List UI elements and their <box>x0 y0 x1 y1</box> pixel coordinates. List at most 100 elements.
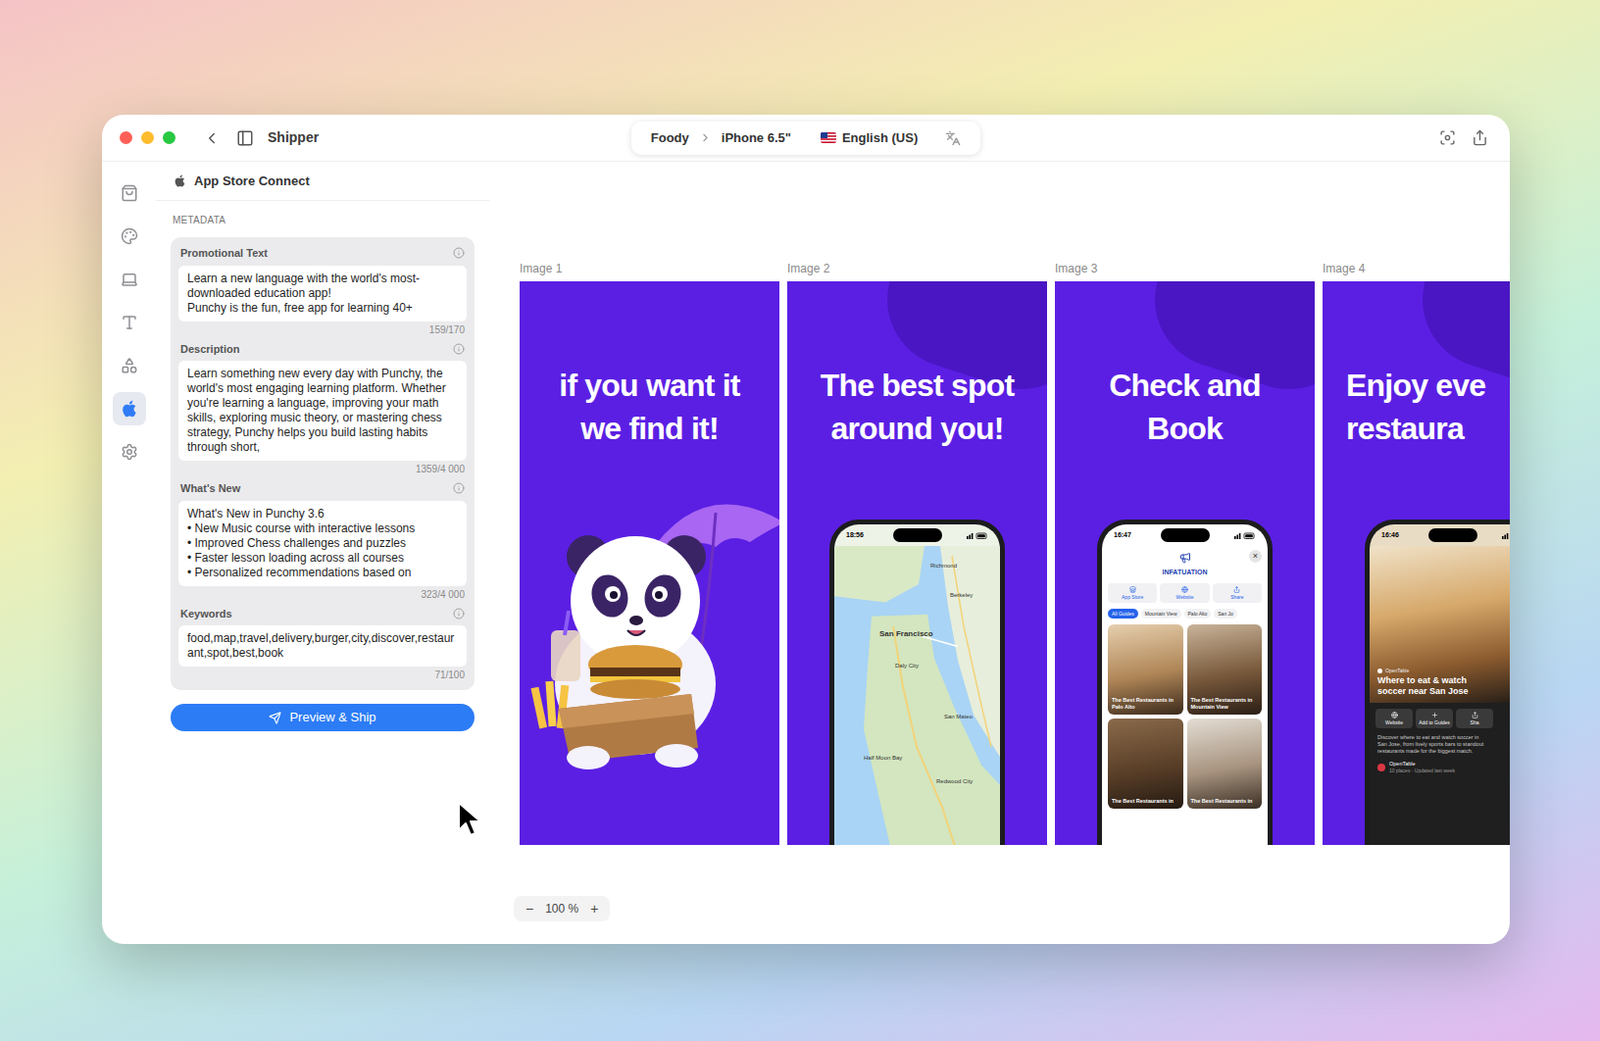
apple-icon <box>120 400 139 418</box>
opentable-logo-icon <box>1377 763 1386 772</box>
mouse-cursor-icon <box>456 800 483 839</box>
info-icon[interactable] <box>452 343 465 355</box>
section-title: METADATA <box>170 212 475 228</box>
map-label: San Francisco <box>879 628 934 641</box>
signal-battery-icon <box>1501 532 1510 540</box>
minimize-button[interactable] <box>141 131 154 145</box>
fields-card: Promotional Text Learn a new language wit… <box>170 237 475 691</box>
image-label: Image 3 <box>1054 261 1315 276</box>
filter-chip[interactable]: Palo Alto <box>1184 608 1212 619</box>
field-input[interactable]: Learn something new every day with Punch… <box>178 360 467 461</box>
close-button[interactable]: × <box>1249 550 1262 563</box>
rail-item[interactable] <box>112 349 147 383</box>
field-input[interactable]: Learn a new language with the world's mo… <box>178 265 467 322</box>
zoom-button[interactable] <box>162 131 176 145</box>
screenshot-slot: Image 1 if you want itwe find it! <box>519 261 780 846</box>
status-bar: 18:56 <box>834 524 1000 547</box>
action-icon <box>1431 711 1439 719</box>
action-icon <box>1471 711 1479 719</box>
screenshot-icon[interactable] <box>1439 129 1456 147</box>
field-label: What's New <box>180 480 241 498</box>
megaphone-icon <box>1179 551 1192 564</box>
metadata-field: What's New What's New in Punchy 3.6 • New… <box>178 480 467 602</box>
zoom-in-button[interactable]: + <box>586 899 602 920</box>
window-controls <box>119 131 176 145</box>
action-button[interactable]: Add to Guides <box>1415 708 1453 729</box>
screenshot-card[interactable]: The best spotaround you!18:56RichmondBer… <box>787 281 1048 846</box>
sidebar-toggle-icon[interactable] <box>236 129 254 148</box>
zoom-level: 100 % <box>545 900 579 918</box>
food-photo: OpenTableWhere to eat & watch soccer nea… <box>1369 546 1510 703</box>
translate-icon[interactable] <box>945 130 961 147</box>
map-land-icon <box>834 546 1000 846</box>
back-icon[interactable] <box>202 129 221 148</box>
status-time: 18:56 <box>846 530 864 542</box>
info-icon[interactable] <box>452 482 465 495</box>
status-bar: 16:46 <box>1369 524 1510 547</box>
screenshot-card[interactable]: Check andBook16:47×INFATUATIONApp StoreW… <box>1054 281 1315 846</box>
guide-tile[interactable]: The Best Restaurants in <box>1107 718 1184 809</box>
status-time: 16:46 <box>1381 530 1400 542</box>
preview-canvas: Image 1 if you want itwe find it! Image 2 T… <box>489 161 1510 945</box>
info-icon[interactable] <box>452 247 465 259</box>
breadcrumb-device[interactable]: iPhone 6.5" <box>721 128 792 149</box>
map-view[interactable]: RichmondBerkeleySan FranciscoDaly CitySa… <box>834 546 1000 846</box>
chevron-icon <box>699 131 712 145</box>
apple-icon <box>173 174 187 188</box>
action-button[interactable]: Website <box>1375 708 1413 729</box>
guide-tile[interactable]: The Best Restaurants in Palo Alto <box>1107 624 1184 715</box>
filter-chip[interactable]: All Guides <box>1107 608 1139 619</box>
guides-screen: ×INFATUATIONApp StoreWebsiteShareAll Gui… <box>1101 546 1268 846</box>
rail-item[interactable] <box>112 219 147 253</box>
signal-battery-icon <box>1234 532 1256 540</box>
status-time: 16:47 <box>1113 530 1132 542</box>
screenshot-card[interactable]: if you want itwe find it! <box>519 281 780 846</box>
source-dot-icon <box>1377 668 1383 674</box>
text-icon <box>120 313 139 332</box>
status-bar: 16:47 <box>1101 524 1268 547</box>
rail-item[interactable] <box>112 305 147 340</box>
filter-chip[interactable]: San Jo <box>1213 608 1238 619</box>
guide-tile[interactable]: The Best Restaurants in <box>1187 718 1263 809</box>
image-label: Image 2 <box>787 261 1048 276</box>
title-bar: ShipperFoodyiPhone 6.5"English (US) <box>101 114 1510 162</box>
char-count: 1359/4 000 <box>178 462 467 477</box>
field-label: Description <box>180 341 241 358</box>
rail-item[interactable] <box>112 435 147 469</box>
place-screen: OpenTableWhere to eat & watch soccer nea… <box>1369 546 1510 846</box>
action-icon <box>1129 586 1137 594</box>
place-title: Where to eat & watch soccer near San Jos… <box>1377 675 1496 698</box>
rail-item[interactable] <box>112 176 147 210</box>
breadcrumb-app[interactable]: Foody <box>650 128 690 149</box>
map-label: San Mateo <box>944 712 973 722</box>
zoom-out-button[interactable]: − <box>521 899 538 920</box>
info-icon[interactable] <box>452 607 465 620</box>
action-button[interactable]: Website <box>1159 583 1209 603</box>
action-button[interactable]: Sha <box>1455 708 1494 729</box>
guide-tile[interactable]: The Best Restaurants in Mountain View <box>1187 624 1263 715</box>
char-count: 159/170 <box>178 323 467 338</box>
action-button[interactable]: Share <box>1212 583 1262 603</box>
send-icon <box>268 711 282 725</box>
rail-item[interactable] <box>112 262 147 297</box>
preview-ship-button[interactable]: Preview & Ship <box>170 703 475 732</box>
close-button[interactable] <box>119 131 133 145</box>
rail-item[interactable] <box>112 392 147 426</box>
field-input[interactable]: What's New in Punchy 3.6 • New Music cou… <box>178 500 467 587</box>
gear-icon <box>120 443 139 461</box>
field-input[interactable]: food,map,travel,delivery,burger,city,dis… <box>178 625 467 667</box>
filter-chip[interactable]: Mountain View <box>1141 608 1182 619</box>
field-label: Promotional Text <box>180 245 268 262</box>
screenshot-card[interactable]: Enjoy everestaura16:46OpenTableWhere to … <box>1322 281 1510 846</box>
action-icon <box>1391 711 1399 719</box>
share-icon[interactable] <box>1471 129 1489 147</box>
image-label: Image 1 <box>519 261 780 276</box>
action-button[interactable]: App Store <box>1107 583 1157 603</box>
map-label: Redwood City <box>936 777 973 787</box>
map-label: Berkeley <box>950 591 973 600</box>
breadcrumb-language[interactable]: English (US) <box>842 128 918 149</box>
app-window: ShipperFoodyiPhone 6.5"English (US)App S… <box>101 114 1510 945</box>
breadcrumb[interactable]: Foody iPhone 6.5" English (US) <box>631 121 981 155</box>
phone-mockup: 18:56RichmondBerkeleySan FranciscoDaly C… <box>829 519 1005 846</box>
panda-illustration-icon <box>519 463 780 778</box>
